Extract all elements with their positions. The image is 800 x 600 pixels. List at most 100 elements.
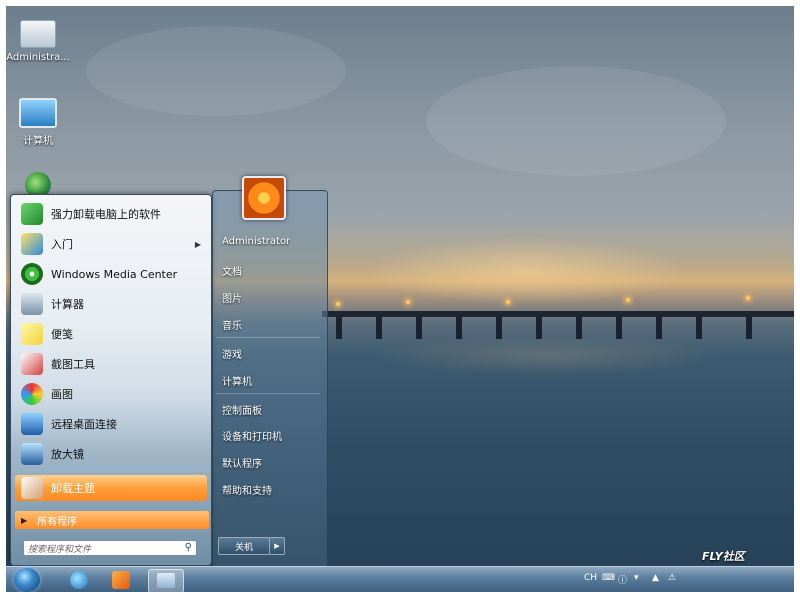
sticky-notes-icon bbox=[21, 323, 43, 345]
shutdown-label: 关机 bbox=[234, 542, 253, 553]
start-menu: 强力卸载电脑上的软件 入门 ▶ Windows Media Center 计算器… bbox=[10, 176, 328, 570]
all-programs-label: 所有程序 bbox=[37, 516, 78, 528]
pier-lamp bbox=[506, 300, 510, 304]
taskbar: CH ⌨ ⓘ ▾ ▲ ⚠ bbox=[6, 566, 794, 592]
menu-separator bbox=[216, 393, 320, 394]
right-item-label: 计算机 bbox=[222, 377, 252, 388]
taskbar-media-player[interactable] bbox=[104, 569, 138, 591]
right-item-music[interactable]: 音乐 bbox=[222, 317, 322, 332]
uninstaller-icon bbox=[21, 203, 43, 225]
shutdown-options-button[interactable]: ▶ bbox=[269, 537, 285, 555]
program-remote-desktop[interactable]: 远程桌面连接 bbox=[15, 411, 207, 437]
search-placeholder: 搜索程序和文件 bbox=[28, 544, 92, 555]
program-uninstall-theme[interactable]: 卸载主题 bbox=[15, 475, 207, 501]
menu-separator bbox=[216, 337, 320, 338]
help-icon[interactable]: ⓘ bbox=[618, 573, 627, 586]
right-item-control-panel[interactable]: 控制面板 bbox=[222, 402, 322, 417]
pier-post bbox=[746, 317, 752, 339]
program-label: 入门 bbox=[51, 238, 73, 251]
right-item-help-support[interactable]: 帮助和支持 bbox=[222, 482, 322, 497]
pier-lamp bbox=[746, 296, 750, 300]
shutdown-button[interactable]: 关机 bbox=[218, 537, 270, 555]
program-label: 画图 bbox=[51, 388, 73, 401]
right-item-user[interactable]: Administrator bbox=[222, 236, 322, 247]
program-sticky-notes[interactable]: 便笺 bbox=[15, 321, 207, 347]
getting-started-icon bbox=[21, 233, 43, 255]
pier-post bbox=[536, 317, 542, 339]
pier-post bbox=[656, 317, 662, 339]
right-item-label: 游戏 bbox=[222, 350, 242, 361]
search-icon[interactable]: ⚲ bbox=[185, 542, 192, 553]
right-item-label: 控制面板 bbox=[222, 406, 262, 417]
pier bbox=[322, 311, 794, 317]
media-player-icon bbox=[112, 571, 130, 589]
pier-lamp bbox=[336, 302, 340, 306]
program-label: 便笺 bbox=[51, 328, 73, 341]
cloud bbox=[86, 26, 346, 116]
program-uninstaller[interactable]: 强力卸载电脑上的软件 bbox=[15, 201, 207, 227]
pier-post bbox=[696, 317, 702, 339]
show-hidden-icons-icon[interactable]: ▲ bbox=[652, 573, 659, 583]
computer-icon bbox=[19, 98, 57, 128]
program-calculator[interactable]: 计算器 bbox=[15, 291, 207, 317]
keyboard-icon[interactable]: ⌨ bbox=[602, 573, 615, 583]
language-indicator[interactable]: CH bbox=[584, 573, 597, 583]
paint-icon bbox=[21, 383, 43, 405]
right-item-pictures[interactable]: 图片 bbox=[222, 290, 322, 305]
desktop-icon-label: 计算机 bbox=[23, 136, 53, 147]
desktop-icon-label: Administra... bbox=[6, 52, 70, 63]
right-item-label: 帮助和支持 bbox=[222, 486, 272, 497]
pier-post bbox=[416, 317, 422, 339]
user-name: Administrator bbox=[222, 236, 291, 247]
pier-post bbox=[576, 317, 582, 339]
pier-lamp bbox=[406, 300, 410, 304]
program-label: Windows Media Center bbox=[51, 267, 178, 281]
chevron-down-icon[interactable]: ▾ bbox=[634, 573, 639, 583]
all-programs-button[interactable]: ▶ 所有程序 bbox=[15, 511, 209, 529]
right-item-games[interactable]: 游戏 bbox=[222, 346, 322, 361]
pier-post bbox=[376, 317, 382, 339]
taskbar-internet-explorer[interactable] bbox=[62, 569, 96, 591]
submenu-arrow-icon: ▶ bbox=[194, 239, 201, 249]
remote-desktop-icon bbox=[21, 413, 43, 435]
search-input[interactable]: 搜索程序和文件 ⚲ bbox=[23, 540, 197, 556]
program-getting-started[interactable]: 入门 ▶ bbox=[15, 231, 207, 257]
pier-post bbox=[456, 317, 462, 339]
pier-lamp bbox=[626, 298, 630, 302]
taskbar-active-window[interactable] bbox=[148, 569, 184, 592]
program-label: 放大镜 bbox=[51, 448, 84, 461]
right-item-documents[interactable]: 文档 bbox=[222, 263, 322, 278]
program-windows-media-center[interactable]: Windows Media Center bbox=[15, 261, 207, 287]
program-label: 强力卸载电脑上的软件 bbox=[51, 208, 161, 221]
program-magnifier[interactable]: 放大镜 bbox=[15, 441, 207, 467]
program-label: 计算器 bbox=[51, 298, 84, 311]
program-snipping-tool[interactable]: 截图工具 bbox=[15, 351, 207, 377]
network-warning-icon[interactable]: ⚠ bbox=[668, 573, 676, 583]
calculator-icon bbox=[21, 293, 43, 315]
program-label: 远程桌面连接 bbox=[51, 418, 117, 431]
desktop-icon-computer[interactable]: 计算机 bbox=[6, 98, 70, 147]
right-item-label: 文档 bbox=[222, 267, 242, 278]
program-label: 卸载主题 bbox=[51, 482, 95, 495]
right-item-label: 图片 bbox=[222, 294, 242, 305]
right-item-default-programs[interactable]: 默认程序 bbox=[222, 455, 322, 470]
right-item-label: 音乐 bbox=[222, 321, 242, 332]
uninstall-theme-icon bbox=[21, 477, 43, 499]
expand-arrow-icon: ▶ bbox=[21, 515, 28, 525]
user-avatar[interactable] bbox=[242, 176, 286, 220]
right-item-devices-printers[interactable]: 设备和打印机 bbox=[222, 428, 322, 443]
start-button[interactable] bbox=[14, 568, 40, 592]
programs-pane: 强力卸载电脑上的软件 入门 ▶ Windows Media Center 计算器… bbox=[10, 194, 212, 566]
right-item-label: 默认程序 bbox=[222, 459, 262, 470]
watermark-logo: FLY社区 bbox=[702, 550, 745, 563]
pier-post bbox=[616, 317, 622, 339]
right-item-computer[interactable]: 计算机 bbox=[222, 373, 322, 388]
program-paint[interactable]: 画图 bbox=[15, 381, 207, 407]
snipping-tool-icon bbox=[21, 353, 43, 375]
user-folder-icon bbox=[20, 20, 56, 48]
internet-explorer-icon bbox=[70, 571, 88, 589]
magnifier-icon bbox=[21, 443, 43, 465]
pier-post bbox=[336, 317, 342, 339]
desktop-icon-administrator[interactable]: Administra... bbox=[6, 20, 70, 63]
media-center-icon bbox=[21, 263, 43, 285]
